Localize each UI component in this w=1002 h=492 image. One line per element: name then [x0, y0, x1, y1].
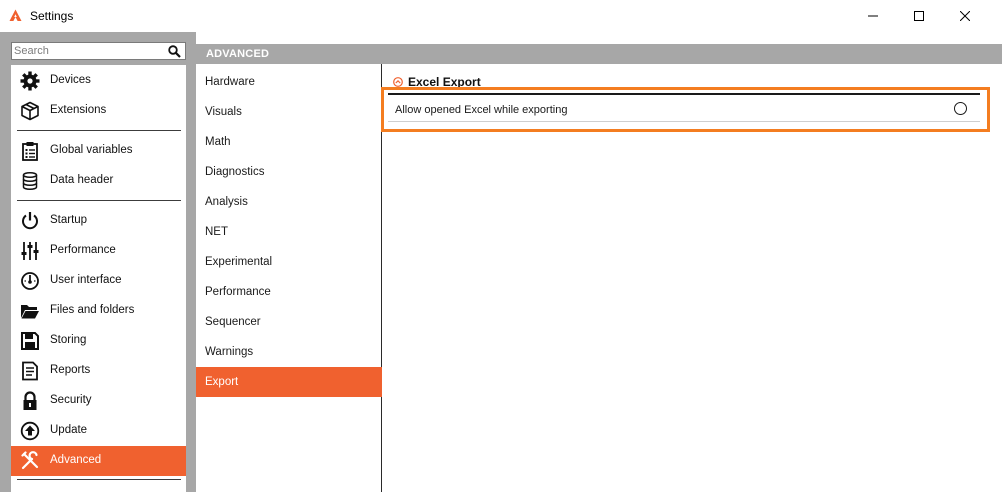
- sidebar-item-user-interface[interactable]: User interface: [11, 266, 186, 296]
- window-title: Settings: [30, 9, 74, 23]
- sidebar-item-label: Security: [50, 394, 92, 406]
- sidebar-item-global-variables[interactable]: Global variables: [11, 136, 186, 166]
- category-label: Sequencer: [205, 316, 261, 328]
- sidebar-item-label: Reports: [50, 364, 91, 376]
- tools-icon: [21, 451, 39, 470]
- category-label: Analysis: [205, 196, 248, 208]
- sidebar-item-label: Global variables: [50, 144, 133, 156]
- sidebar-item-label: Advanced: [50, 454, 102, 466]
- cube-icon: [21, 101, 39, 121]
- category-export[interactable]: Export: [196, 367, 382, 397]
- collapse-up-icon[interactable]: [393, 77, 403, 87]
- category-label: Experimental: [205, 256, 273, 268]
- close-icon: [960, 11, 970, 21]
- floppy-disk-icon: [21, 332, 39, 350]
- folder-open-icon: [21, 305, 39, 319]
- category-performance[interactable]: Performance: [196, 277, 382, 307]
- category-list: Hardware Visuals Math Diagnostics Analys…: [196, 64, 382, 492]
- sidebar-item-label: Storing: [50, 334, 87, 346]
- sidebar-item-label: Files and folders: [50, 304, 135, 316]
- power-icon: [22, 212, 38, 230]
- category-net[interactable]: NET: [196, 217, 382, 247]
- search-box[interactable]: [11, 42, 186, 60]
- category-diagnostics[interactable]: Diagnostics: [196, 157, 382, 187]
- sidebar-divider: [17, 130, 181, 131]
- sidebar-item-reports[interactable]: Reports: [11, 356, 186, 386]
- settings-sidebar: Devices Extensions: [0, 32, 196, 492]
- search-icon[interactable]: [168, 45, 181, 58]
- sidebar-item-label: User interface: [50, 274, 122, 286]
- highlight-box: [381, 87, 990, 132]
- category-label: Warnings: [205, 346, 254, 358]
- lock-icon: [23, 391, 37, 410]
- category-warnings[interactable]: Warnings: [196, 337, 382, 367]
- gauge-icon: [21, 272, 39, 290]
- sidebar-item-startup[interactable]: Startup: [11, 206, 186, 236]
- category-sequencer[interactable]: Sequencer: [196, 307, 382, 337]
- category-analysis[interactable]: Analysis: [196, 187, 382, 217]
- gear-icon: [20, 71, 40, 91]
- clipboard-list-icon: [22, 142, 38, 161]
- minimize-button[interactable]: [850, 0, 896, 32]
- section-header-bar: ADVANCED: [196, 44, 1002, 64]
- database-icon: [22, 171, 38, 191]
- minimize-icon: [868, 15, 878, 17]
- category-label: Performance: [205, 286, 271, 298]
- category-label: Export: [205, 376, 239, 388]
- search-input[interactable]: [14, 44, 164, 58]
- sidebar-item-label: Data header: [50, 174, 114, 186]
- sidebar-item-advanced[interactable]: Advanced: [11, 446, 186, 476]
- category-label: NET: [205, 226, 228, 238]
- app-logo-icon: [9, 9, 22, 21]
- sidebar-divider: [17, 479, 181, 480]
- category-math[interactable]: Math: [196, 127, 382, 157]
- page-title: ADVANCED: [206, 48, 270, 60]
- sidebar-item-label: Startup: [50, 214, 88, 226]
- category-label: Visuals: [205, 106, 242, 118]
- sidebar-item-extensions[interactable]: Extensions: [11, 96, 186, 126]
- sidebar-item-security[interactable]: Security: [11, 386, 186, 416]
- sidebar-item-devices[interactable]: Devices: [11, 66, 186, 96]
- close-button[interactable]: [942, 0, 988, 32]
- sidebar-list: Devices Extensions Global variables Data…: [11, 65, 186, 492]
- category-label: Hardware: [205, 76, 255, 88]
- maximize-icon: [914, 11, 924, 21]
- category-label: Diagnostics: [205, 166, 265, 178]
- sliders-icon: [21, 242, 39, 260]
- sidebar-item-storing[interactable]: Storing: [11, 326, 186, 356]
- report-icon: [22, 361, 38, 381]
- title-bar: Settings: [0, 0, 1002, 32]
- category-visuals[interactable]: Visuals: [196, 97, 382, 127]
- maximize-button[interactable]: [896, 0, 942, 32]
- sidebar-divider: [17, 200, 181, 201]
- sidebar-item-files-and-folders[interactable]: Files and folders: [11, 296, 186, 326]
- sidebar-item-data-header[interactable]: Data header: [11, 166, 186, 196]
- category-hardware[interactable]: Hardware: [196, 67, 382, 97]
- sidebar-item-update[interactable]: Update: [11, 416, 186, 446]
- sidebar-item-label: Performance: [50, 244, 116, 256]
- sidebar-item-label: Devices: [50, 74, 91, 86]
- upload-circle-icon: [20, 421, 40, 441]
- category-experimental[interactable]: Experimental: [196, 247, 382, 277]
- sidebar-item-performance[interactable]: Performance: [11, 236, 186, 266]
- sidebar-item-label: Extensions: [50, 104, 107, 116]
- category-label: Math: [205, 136, 231, 148]
- sidebar-item-label: Update: [50, 424, 88, 436]
